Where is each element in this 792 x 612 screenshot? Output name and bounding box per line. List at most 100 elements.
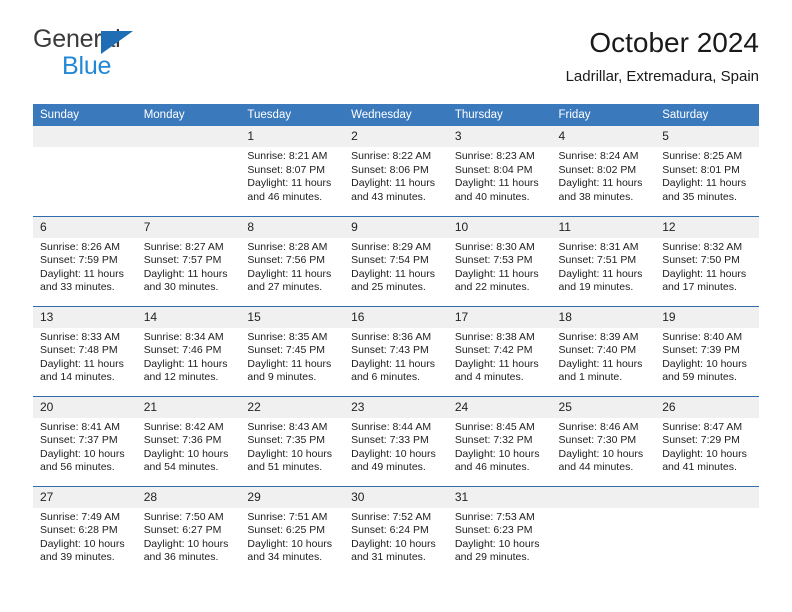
calendar-day-cell[interactable]: 15 Sunrise: 8:35 AM Sunset: 7:45 PM Dayligh…	[240, 305, 345, 396]
sunset-text: Sunset: 6:23 PM	[454, 524, 533, 537]
day-number: 31	[447, 486, 552, 508]
calendar-day-cell-empty	[33, 126, 137, 216]
day-details: Sunrise: 7:52 AM Sunset: 6:24 PM Daylight:…	[344, 508, 448, 565]
calendar-day-cell[interactable]: 7 Sunrise: 8:27 AM Sunset: 7:57 PM Daylight…	[136, 215, 241, 306]
logo-triangle-icon	[101, 31, 133, 54]
daylight-text: Daylight: 11 hours and 25 minutes.	[351, 267, 435, 294]
calendar-day-cell[interactable]: 23 Sunrise: 8:44 AM Sunset: 7:33 PM Dayligh…	[344, 395, 448, 486]
day-number	[551, 486, 656, 508]
sunrise-text: Sunrise: 8:39 AM	[558, 330, 639, 343]
calendar-day-cell[interactable]: 6 Sunrise: 8:26 AM Sunset: 7:59 PM Daylight…	[33, 215, 137, 306]
sunrise-text: Sunrise: 8:38 AM	[454, 330, 535, 343]
daylight-text: Daylight: 11 hours and 1 minute.	[558, 357, 643, 384]
sunset-text: Sunset: 7:46 PM	[143, 344, 222, 357]
calendar-day-cell[interactable]: 19 Sunrise: 8:40 AM Sunset: 7:39 PM Dayligh…	[655, 305, 759, 396]
calendar-day-cell[interactable]: 16 Sunrise: 8:36 AM Sunset: 7:43 PM Dayligh…	[344, 305, 448, 396]
calendar-day-cell[interactable]: 14 Sunrise: 8:34 AM Sunset: 7:46 PM Dayligh…	[136, 305, 241, 396]
day-details: Sunrise: 8:33 AM Sunset: 7:48 PM Daylight:…	[33, 328, 137, 385]
day-number: 16	[344, 306, 448, 328]
calendar-day-cell[interactable]: 22 Sunrise: 8:43 AM Sunset: 7:35 PM Dayligh…	[240, 395, 345, 486]
day-details: Sunrise: 8:36 AM Sunset: 7:43 PM Daylight:…	[344, 328, 448, 385]
daylight-text: Daylight: 10 hours and 44 minutes.	[558, 447, 644, 474]
calendar-day-cell[interactable]: 3 Sunrise: 8:23 AM Sunset: 8:04 PM Daylight…	[447, 126, 552, 216]
daylight-text: Daylight: 11 hours and 22 minutes.	[454, 267, 539, 294]
calendar-day-cell[interactable]: 21 Sunrise: 8:42 AM Sunset: 7:36 PM Dayligh…	[136, 395, 241, 486]
daylight-text: Daylight: 11 hours and 6 minutes.	[351, 357, 435, 384]
calendar-day-cell[interactable]: 10 Sunrise: 8:30 AM Sunset: 7:53 PM Dayligh…	[447, 215, 552, 306]
calendar-day-cell[interactable]: 30 Sunrise: 7:52 AM Sunset: 6:24 PM Dayligh…	[344, 485, 448, 576]
calendar-day-cell[interactable]: 20 Sunrise: 8:41 AM Sunset: 7:37 PM Dayligh…	[33, 395, 137, 486]
daylight-text: Daylight: 10 hours and 46 minutes.	[454, 447, 540, 474]
sunset-text: Sunset: 7:59 PM	[40, 254, 118, 267]
page-title: October 2024	[589, 27, 759, 58]
calendar-day-cell[interactable]: 2 Sunrise: 8:22 AM Sunset: 8:06 PM Daylight…	[344, 126, 448, 216]
sunrise-text: Sunrise: 7:51 AM	[247, 510, 328, 523]
calendar-day-cell[interactable]: 28 Sunrise: 7:50 AM Sunset: 6:27 PM Dayligh…	[136, 485, 241, 576]
day-number	[33, 126, 137, 147]
calendar-day-cell[interactable]: 13 Sunrise: 8:33 AM Sunset: 7:48 PM Dayligh…	[33, 305, 137, 396]
day-details: Sunrise: 8:32 AM Sunset: 7:50 PM Daylight:…	[655, 238, 759, 295]
day-number	[136, 126, 241, 147]
daylight-text: Daylight: 11 hours and 4 minutes.	[454, 357, 539, 384]
calendar-day-cell[interactable]: 31 Sunrise: 7:53 AM Sunset: 6:23 PM Dayligh…	[447, 485, 552, 576]
calendar-day-cell[interactable]: 1 Sunrise: 8:21 AM Sunset: 8:07 PM Daylight…	[240, 126, 345, 216]
day-details: Sunrise: 8:44 AM Sunset: 7:33 PM Daylight:…	[344, 418, 448, 475]
daylight-text: Daylight: 11 hours and 35 minutes.	[662, 177, 747, 203]
sunrise-text: Sunrise: 8:25 AM	[662, 150, 743, 162]
logo-text-blue: Blue	[62, 52, 112, 80]
day-number: 7	[136, 216, 241, 238]
day-details: Sunrise: 8:29 AM Sunset: 7:54 PM Daylight:…	[344, 238, 448, 295]
sunrise-text: Sunrise: 8:36 AM	[351, 330, 432, 343]
calendar-day-cell[interactable]: 17 Sunrise: 8:38 AM Sunset: 7:42 PM Dayligh…	[447, 305, 552, 396]
calendar-day-cell[interactable]: 4 Sunrise: 8:24 AM Sunset: 8:02 PM Daylight…	[551, 126, 656, 216]
day-details: Sunrise: 8:22 AM Sunset: 8:06 PM Daylight:…	[344, 147, 448, 204]
sunrise-text: Sunrise: 8:26 AM	[40, 240, 120, 253]
day-number: 3	[447, 126, 552, 147]
calendar-header-row: Sunday Monday Tuesday Wednesday Thursday Frid…	[33, 104, 759, 126]
calendar-page: General Blue October 2024 Ladrillar, Ext…	[0, 0, 792, 612]
day-number: 28	[136, 486, 241, 508]
calendar-day-cell[interactable]: 24 Sunrise: 8:45 AM Sunset: 7:32 PM Dayligh…	[447, 395, 552, 486]
day-details: Sunrise: 7:53 AM Sunset: 6:23 PM Daylight:…	[448, 508, 552, 565]
calendar-week-row: 6 Sunrise: 8:26 AM Sunset: 7:59 PM Daylight…	[33, 215, 759, 306]
weekday-header-sunday: Sunday	[33, 104, 137, 126]
calendar-day-cell[interactable]: 25 Sunrise: 8:46 AM Sunset: 7:30 PM Dayligh…	[551, 395, 656, 486]
weekday-header-monday: Monday	[136, 104, 241, 126]
daylight-text: Daylight: 11 hours and 27 minutes.	[247, 267, 332, 294]
calendar-day-cell-empty	[655, 485, 759, 576]
calendar-day-cell[interactable]: 18 Sunrise: 8:39 AM Sunset: 7:40 PM Dayligh…	[551, 305, 656, 396]
sunset-text: Sunset: 7:57 PM	[143, 254, 222, 267]
calendar-day-cell[interactable]: 8 Sunrise: 8:28 AM Sunset: 7:56 PM Daylight…	[240, 215, 345, 306]
day-number: 27	[33, 486, 137, 508]
daylight-text: Daylight: 11 hours and 17 minutes.	[662, 267, 747, 294]
calendar-day-cell[interactable]: 29 Sunrise: 7:51 AM Sunset: 6:25 PM Dayligh…	[240, 485, 345, 576]
daylight-text: Daylight: 11 hours and 46 minutes.	[247, 177, 332, 203]
sunset-text: Sunset: 7:30 PM	[558, 434, 637, 447]
day-number: 26	[655, 396, 759, 418]
day-number: 15	[240, 306, 345, 328]
calendar-day-cell[interactable]: 9 Sunrise: 8:29 AM Sunset: 7:54 PM Daylight…	[344, 215, 448, 306]
calendar-day-cell[interactable]: 26 Sunrise: 8:47 AM Sunset: 7:29 PM Dayligh…	[655, 395, 759, 486]
day-number: 19	[655, 306, 759, 328]
daylight-text: Daylight: 10 hours and 49 minutes.	[351, 447, 436, 474]
calendar-week-row: 1 Sunrise: 8:21 AM Sunset: 8:07 PM Daylight…	[33, 126, 759, 216]
daylight-text: Daylight: 11 hours and 12 minutes.	[143, 357, 228, 384]
sunrise-text: Sunrise: 8:32 AM	[662, 240, 743, 253]
sunrise-text: Sunrise: 8:28 AM	[247, 240, 328, 253]
calendar-day-cell[interactable]: 11 Sunrise: 8:31 AM Sunset: 7:51 PM Dayligh…	[551, 215, 656, 306]
generalblue-logo[interactable]: General Blue	[33, 26, 293, 90]
sunset-text: Sunset: 7:43 PM	[351, 344, 429, 357]
weekday-header-row: Sunday Monday Tuesday Wednesday Thursday Frid…	[33, 104, 759, 126]
day-details: Sunrise: 8:42 AM Sunset: 7:36 PM Daylight:…	[137, 418, 241, 475]
calendar-day-cell[interactable]: 12 Sunrise: 8:32 AM Sunset: 7:50 PM Dayligh…	[655, 215, 759, 306]
page-header: General Blue October 2024 Ladrillar, Ext…	[33, 26, 759, 94]
calendar-day-cell[interactable]: 5 Sunrise: 8:25 AM Sunset: 8:01 PM Daylight…	[655, 126, 759, 216]
day-number: 12	[655, 216, 759, 238]
sunrise-text: Sunrise: 8:34 AM	[143, 330, 224, 343]
calendar-day-cell[interactable]: 27 Sunrise: 7:49 AM Sunset: 6:28 PM Dayligh…	[33, 485, 137, 576]
day-details: Sunrise: 8:30 AM Sunset: 7:53 PM Daylight:…	[448, 238, 552, 295]
day-number: 30	[344, 486, 448, 508]
day-number: 24	[447, 396, 552, 418]
sunset-text: Sunset: 7:37 PM	[40, 434, 118, 447]
weekday-header-tuesday: Tuesday	[240, 104, 345, 126]
